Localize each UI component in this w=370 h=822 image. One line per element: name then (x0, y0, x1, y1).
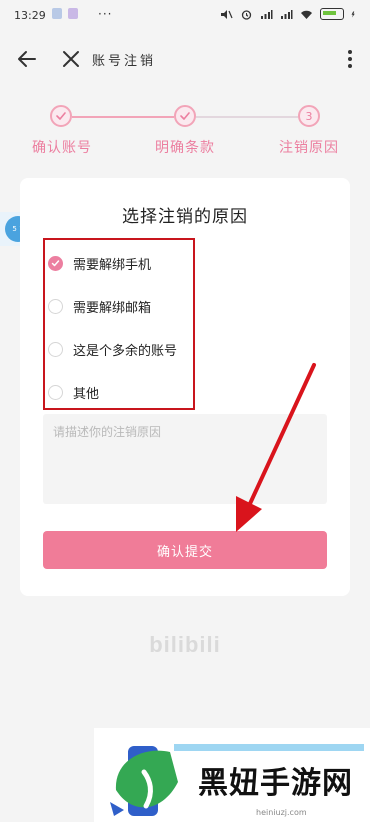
back-arrow-icon[interactable] (14, 46, 40, 72)
option-label: 需要解绑手机 (73, 257, 152, 273)
watermark-banner: 黑妞手游网 heiniuzj.com (94, 728, 370, 822)
notification-icon (68, 8, 78, 19)
charging-icon (351, 11, 355, 17)
step-label-cancel-reason: 注销原因 (279, 140, 339, 156)
close-icon[interactable] (58, 46, 84, 72)
radio-unchecked-icon[interactable] (48, 341, 63, 357)
option-redundant-account[interactable]: 这是个多余的账号 (45, 338, 177, 360)
wifi-icon (301, 10, 312, 19)
watermark-decoration (174, 744, 364, 751)
signal-icon (281, 9, 293, 19)
battery-icon (320, 8, 344, 20)
reason-description-input[interactable] (43, 414, 327, 504)
reason-card: 选择注销的原因 需要解绑手机 需要解绑邮箱 这是个多余的账号 其他 确认提交 (20, 178, 350, 596)
status-system-icons (220, 8, 358, 20)
step-3-number: 3 (298, 105, 320, 127)
watermark-url: heiniuzj.com (256, 808, 307, 817)
alarm-icon (241, 9, 252, 20)
step-label-confirm-account: 确认账号 (32, 140, 92, 156)
notification-icon (52, 8, 62, 19)
bilibili-logo: bilibili (149, 632, 221, 657)
step-2-check-icon (174, 105, 196, 127)
page-title: 账号注销 (92, 54, 157, 69)
watermark-text: 黑妞手游网 (198, 766, 353, 801)
option-unbind-phone[interactable]: 需要解绑手机 (45, 252, 151, 274)
step-label-clarify-terms: 明确条款 (155, 140, 215, 156)
more-menu-icon[interactable] (340, 46, 360, 72)
progress-stepper: 3 确认账号 明确条款 注销原因 (0, 100, 370, 160)
radio-unchecked-icon[interactable] (48, 298, 63, 314)
app-bar: 账号注销 (0, 32, 370, 88)
option-label: 需要解绑邮箱 (73, 300, 152, 316)
option-label: 这是个多余的账号 (73, 343, 178, 359)
status-time: 13:29 (14, 9, 46, 22)
status-bar: 13:29 ··· (0, 0, 370, 32)
radio-checked-icon[interactable] (48, 255, 63, 271)
card-heading: 选择注销的原因 (122, 207, 248, 227)
status-notification-icons (52, 8, 78, 19)
radio-unchecked-icon[interactable] (48, 384, 63, 400)
step-1-check-icon (50, 105, 72, 127)
step-connector (196, 116, 298, 118)
mute-icon (221, 9, 233, 19)
reason-options-highlight: 需要解绑手机 需要解绑邮箱 这是个多余的账号 其他 (43, 238, 195, 410)
option-unbind-email[interactable]: 需要解绑邮箱 (45, 295, 151, 317)
signal-icon (261, 9, 273, 19)
option-label: 其他 (73, 386, 100, 402)
watermark-logo-icon (110, 746, 178, 816)
option-other[interactable]: 其他 (45, 381, 99, 403)
step-connector (72, 116, 174, 118)
confirm-submit-button[interactable]: 确认提交 (43, 531, 327, 569)
status-more-dots: ··· (98, 7, 113, 21)
